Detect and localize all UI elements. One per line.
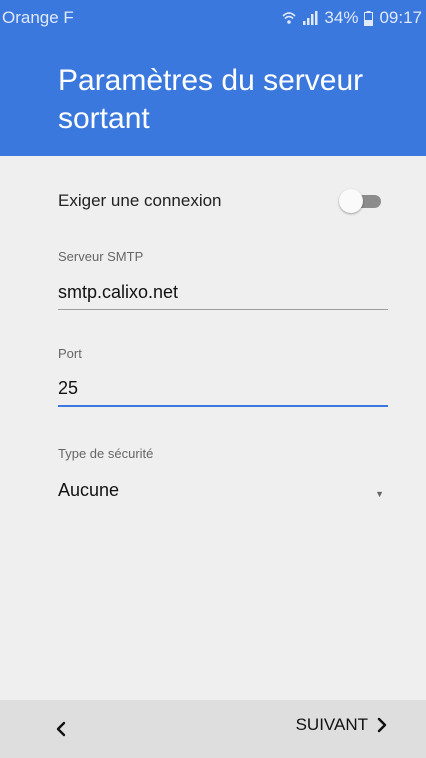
form-content: Exiger une connexion Serveur SMTP smtp.c… (0, 156, 426, 700)
smtp-server-label: Serveur SMTP (58, 249, 144, 264)
page-title: Paramètres du serveur sortant (58, 64, 364, 135)
back-button[interactable] (48, 714, 78, 744)
battery-percent: 34% (324, 8, 359, 27)
next-button[interactable]: SUIVANT (296, 715, 388, 735)
chevron-right-icon (377, 717, 387, 733)
clock: 09:17 (379, 8, 422, 27)
bottom-navigation-bar: SUIVANT (0, 700, 426, 758)
carrier-label: Orange F (2, 8, 74, 27)
port-label: Port (58, 346, 82, 361)
next-button-label: SUIVANT (295, 715, 368, 734)
app-bar: Paramètres du serveur sortant (0, 36, 426, 156)
status-icons: 34% 09:17 (282, 8, 422, 28)
require-login-row[interactable]: Exiger une connexion (58, 186, 388, 216)
toggle-knob (339, 189, 363, 213)
security-type-select[interactable]: Aucune (58, 480, 388, 507)
signal-icon (302, 11, 318, 25)
dropdown-arrow-icon[interactable]: ▼ (375, 489, 384, 499)
require-login-toggle[interactable] (339, 188, 383, 214)
status-bar: Orange F 34% 09:17 (0, 0, 426, 36)
screen: Orange F 34% 09:17 Paramètres du serveur… (0, 0, 426, 758)
security-type-label: Type de sécurité (58, 446, 154, 461)
smtp-server-input[interactable]: smtp.calixo.net (58, 282, 388, 310)
wifi-icon (282, 11, 296, 25)
port-input[interactable]: 25 (58, 378, 388, 407)
battery-icon (364, 10, 374, 26)
chevron-left-icon (56, 721, 66, 737)
require-login-label: Exiger une connexion (58, 191, 222, 210)
